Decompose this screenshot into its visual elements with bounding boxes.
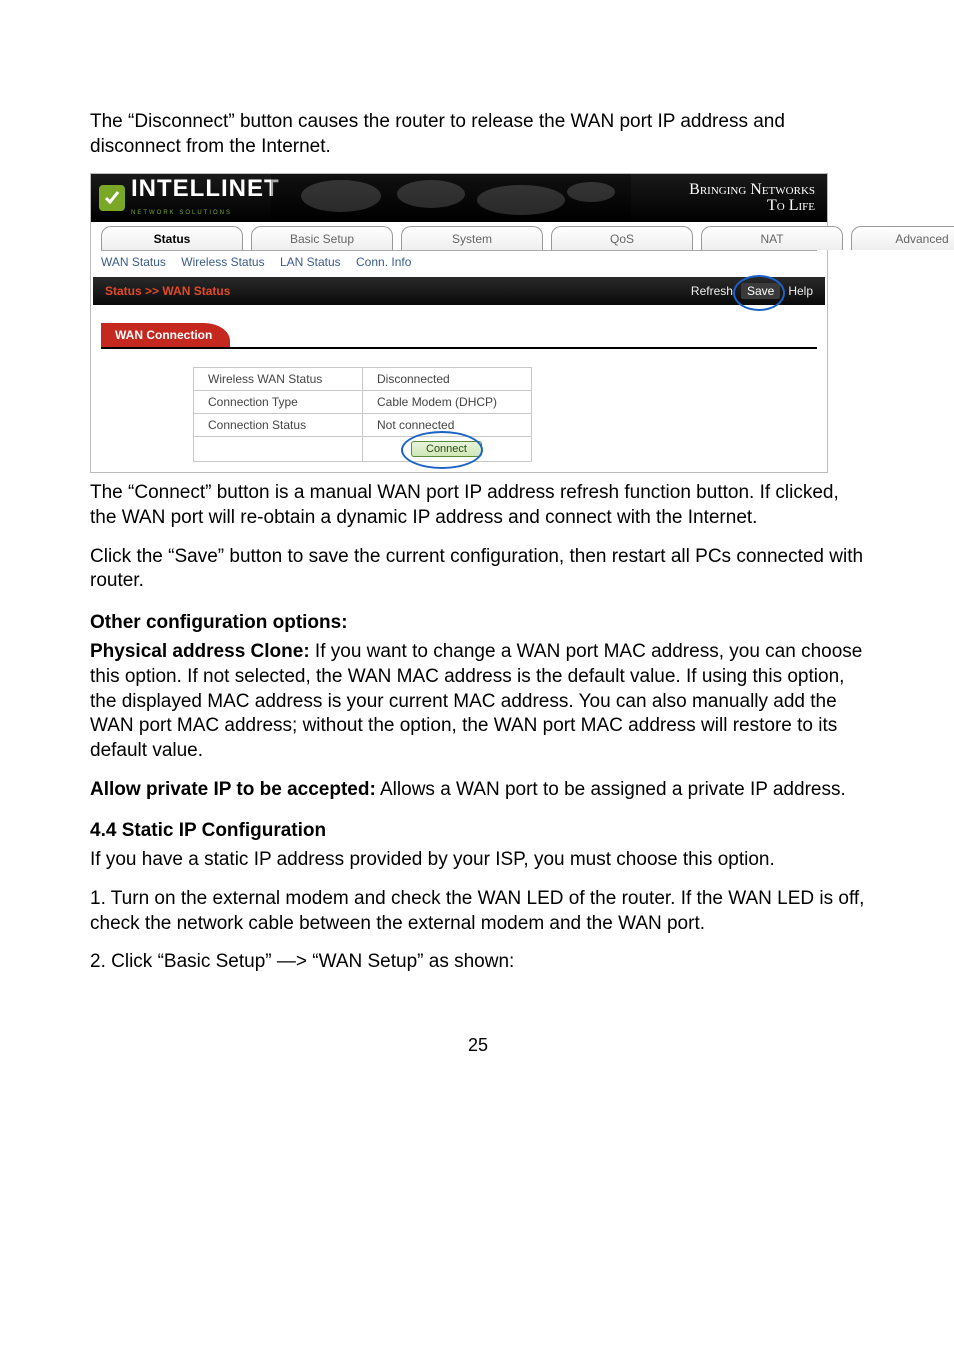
cell-label: Wireless WAN Status <box>194 368 363 391</box>
worldmap-graphic <box>271 174 631 222</box>
static-ip-step1: 1. Turn on the external modem and check … <box>90 887 866 936</box>
table-row: Wireless WAN Status Disconnected <box>194 368 532 391</box>
subnav-conn-info[interactable]: Conn. Info <box>356 255 411 269</box>
cell-value: Cable Modem (DHCP) <box>363 391 532 414</box>
main-tabs: Status Basic Setup System QoS NAT Advanc… <box>91 222 827 250</box>
table-row: Connection Status Not connected <box>194 414 532 437</box>
page-number: 25 <box>90 1035 866 1056</box>
table-row: Connection Type Cable Modem (DHCP) <box>194 391 532 414</box>
section-4-4-heading: 4.4 Static IP Configuration <box>90 820 866 842</box>
router-header: INTELLINET NETWORK SOLUTIONS Bringing Ne… <box>91 174 827 222</box>
brand-subtitle: NETWORK SOLUTIONS <box>131 210 232 216</box>
brand-name: INTELLINET <box>131 175 280 202</box>
wan-connection-table: Wireless WAN Status Disconnected Connect… <box>193 367 532 462</box>
cell-value: Not connected <box>363 414 532 437</box>
connect-explain: The “Connect” button is a manual WAN por… <box>90 481 866 530</box>
tab-advanced[interactable]: Advanced <box>851 226 954 250</box>
physical-clone-paragraph: Physical address Clone: If you want to c… <box>90 640 866 763</box>
tab-status[interactable]: Status <box>101 226 243 250</box>
static-ip-intro: If you have a static IP address provided… <box>90 848 866 873</box>
connect-highlight-circle: Connect <box>377 441 482 457</box>
subnav-wireless-status[interactable]: Wireless Status <box>181 255 264 269</box>
other-options-heading: Other configuration options: <box>90 612 866 634</box>
help-button[interactable]: Help <box>788 284 813 298</box>
tab-system[interactable]: System <box>401 226 543 250</box>
status-bar: Status >> WAN Status Refresh Save Help <box>93 277 825 305</box>
tab-qos[interactable]: QoS <box>551 226 693 250</box>
section-title: WAN Connection <box>101 323 230 347</box>
logo-check-icon <box>99 185 125 211</box>
tab-nat[interactable]: NAT <box>701 226 843 250</box>
save-button[interactable]: Save <box>741 283 780 299</box>
connect-button[interactable]: Connect <box>411 441 482 457</box>
allow-private-ip-paragraph: Allow private IP to be accepted: Allows … <box>90 778 866 803</box>
save-explain: Click the “Save” button to save the curr… <box>90 545 866 594</box>
cell-label: Connection Type <box>194 391 363 414</box>
sub-nav: WAN Status Wireless Status LAN Status Co… <box>91 251 827 277</box>
breadcrumb: Status >> WAN Status <box>105 284 230 298</box>
router-screenshot: INTELLINET NETWORK SOLUTIONS Bringing Ne… <box>90 173 828 473</box>
tagline: Bringing Networks To Life <box>689 182 815 214</box>
refresh-button[interactable]: Refresh <box>691 284 733 298</box>
cell-value: Disconnected <box>363 368 532 391</box>
intro-paragraph: The “Disconnect” button causes the route… <box>90 110 866 159</box>
tab-basic-setup[interactable]: Basic Setup <box>251 226 393 250</box>
subnav-wan-status[interactable]: WAN Status <box>101 255 166 269</box>
subnav-lan-status[interactable]: LAN Status <box>280 255 341 269</box>
cell-label: Connection Status <box>194 414 363 437</box>
static-ip-step2: 2. Click “Basic Setup” —> “WAN Setup” as… <box>90 950 866 975</box>
table-row: Connect <box>194 437 532 462</box>
